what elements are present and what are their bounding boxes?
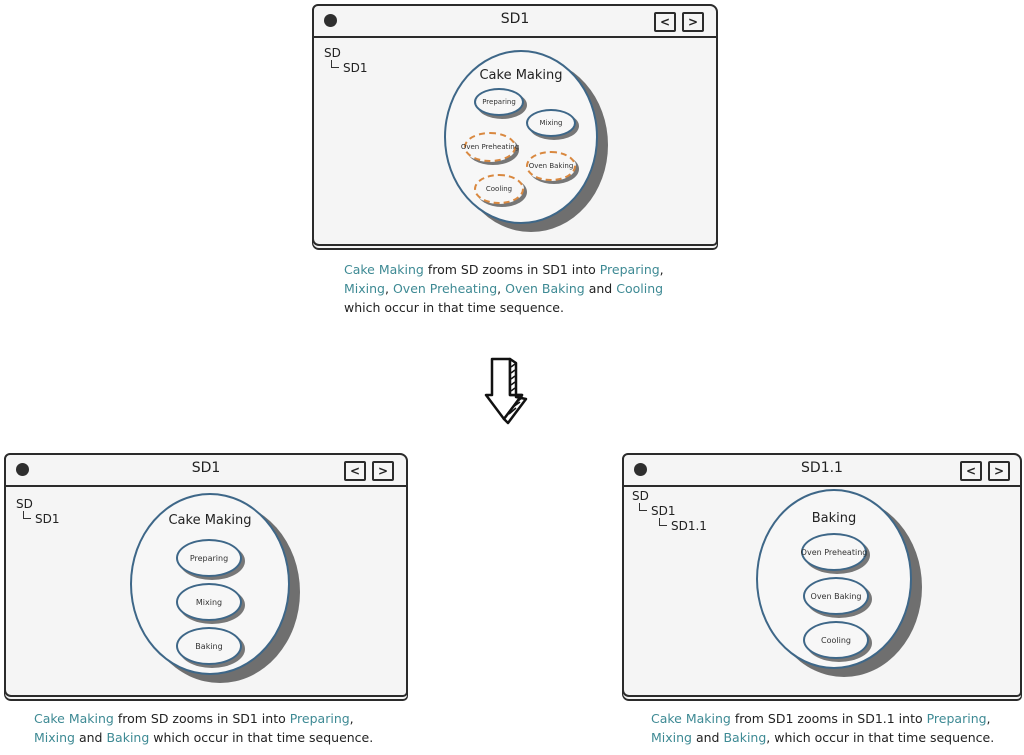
subprocess-oven-preheating[interactable]: Oven Preheating — [460, 132, 520, 162]
caption-text: , — [497, 281, 506, 296]
window-left: SD1 < > SD SD1 Cake Making Preparing Mix… — [4, 453, 408, 697]
subprocess-label: Cooling — [485, 185, 513, 193]
window-right: SD1.1 < > SD SD1 SD1.1 Baking Oven Prehe… — [622, 453, 1022, 697]
process-title: Cake Making — [168, 513, 252, 528]
caption-text: which occur in that time sequence. — [344, 300, 564, 315]
tree-item-label: SD1 — [343, 61, 368, 75]
subprocess-preparing[interactable]: Preparing — [474, 88, 524, 116]
subprocess-baking[interactable]: Baking — [176, 627, 242, 665]
subprocess-mixing[interactable]: Mixing — [526, 109, 576, 137]
tree-item-label: SD1 — [651, 504, 676, 518]
window-top: SD1 < > SD SD1 Cake Making Preparing Mix… — [312, 4, 718, 246]
process-cake-making[interactable]: Cake Making Preparing Mixing Baking — [130, 493, 290, 675]
caption-text: and — [584, 281, 617, 296]
tree-item-label: SD1.1 — [671, 519, 707, 533]
tree-item-sd1[interactable]: SD1 — [16, 511, 60, 526]
tree-item-sd1-1[interactable]: SD1.1 — [632, 518, 707, 533]
nav-forward-button[interactable]: > — [372, 461, 394, 481]
nav-back-button[interactable]: < — [654, 12, 676, 32]
subprocess-cooling[interactable]: Cooling — [803, 621, 869, 659]
caption-highlight: Mixing — [651, 730, 692, 745]
tree-item-sd1[interactable]: SD1 — [632, 503, 707, 518]
subprocess-mixing[interactable]: Mixing — [176, 583, 242, 621]
tree-branch-icon — [659, 518, 667, 526]
subprocess-label: Preparing — [482, 98, 516, 106]
tree-item-label: SD1 — [35, 512, 60, 526]
caption-highlight: Preparing — [926, 711, 987, 726]
caption-highlight: Cake Making — [344, 262, 424, 277]
subprocess-label: Baking — [195, 641, 223, 651]
down-arrow-icon — [484, 357, 528, 425]
subprocess-oven-baking[interactable]: Oven Baking — [803, 577, 869, 615]
caption-text: from SD zooms in SD1 into — [113, 711, 290, 726]
caption-text: from SD zooms in SD1 into — [423, 262, 600, 277]
caption-text: , — [385, 281, 393, 296]
subprocess-oven-preheating[interactable]: Oven Preheating — [801, 533, 867, 571]
caption-top: Cake Making from SD zooms in SD1 into Pr… — [344, 260, 664, 317]
tree-branch-icon — [23, 511, 31, 519]
subprocess-label: Preparing — [189, 553, 229, 563]
caption-text: and — [75, 730, 107, 745]
title-bar: SD1 < > — [314, 6, 716, 38]
caption-highlight: Baking — [106, 730, 150, 745]
tree-item-label: SD — [324, 46, 341, 60]
tree-branch-icon — [331, 60, 339, 68]
breadcrumb-tree: SD SD1 — [324, 46, 368, 75]
nav-back-button[interactable]: < — [960, 461, 982, 481]
subprocess-label: Mixing — [195, 597, 223, 607]
tree-branch-icon — [639, 503, 647, 511]
caption-highlight: Oven Baking — [505, 281, 585, 296]
subprocess-label: Cooling — [821, 635, 851, 645]
subprocess-label: Oven Baking — [810, 591, 862, 601]
caption-text: , — [659, 262, 664, 277]
caption-highlight: Cake Making — [34, 711, 114, 726]
subprocess-cooling[interactable]: Cooling — [474, 174, 524, 204]
caption-highlight: Mixing — [344, 281, 385, 296]
tree-item-sd[interactable]: SD — [16, 497, 60, 511]
tree-item-sd[interactable]: SD — [632, 489, 707, 503]
subprocess-oven-baking[interactable]: Oven Baking — [526, 151, 576, 181]
process-title: Baking — [811, 511, 857, 526]
caption-left: Cake Making from SD zooms in SD1 into Pr… — [34, 709, 373, 747]
caption-highlight: Oven Preheating — [392, 281, 498, 296]
breadcrumb-tree: SD SD1 — [16, 497, 60, 526]
caption-highlight: Cooling — [616, 281, 664, 296]
tree-item-label: SD — [16, 497, 33, 511]
caption-text: from SD1 zooms in SD1.1 into — [730, 711, 927, 726]
nav-forward-button[interactable]: > — [682, 12, 704, 32]
subprocess-label: Oven Preheating — [800, 547, 868, 557]
caption-highlight: Mixing — [34, 730, 75, 745]
caption-text: which occur in that time sequence. — [149, 730, 374, 745]
subprocess-label: Oven Baking — [528, 162, 574, 170]
nav-back-button[interactable]: < — [344, 461, 366, 481]
caption-text: , which occur in that time sequence. — [766, 730, 995, 745]
caption-right: Cake Making from SD1 zooms in SD1.1 into… — [651, 709, 994, 747]
tree-item-sd[interactable]: SD — [324, 46, 368, 60]
caption-highlight: Cake Making — [651, 711, 731, 726]
nav-forward-button[interactable]: > — [988, 461, 1010, 481]
process-title: Cake Making — [479, 68, 563, 83]
title-bar: SD1 < > — [6, 455, 406, 487]
subprocess-preparing[interactable]: Preparing — [176, 539, 242, 577]
breadcrumb-tree: SD SD1 SD1.1 — [632, 489, 707, 533]
subprocess-label: Oven Preheating — [460, 143, 520, 151]
caption-highlight: Preparing — [289, 711, 350, 726]
title-bar: SD1.1 < > — [624, 455, 1020, 487]
caption-highlight: Baking — [723, 730, 767, 745]
process-baking[interactable]: Baking Oven Preheating Oven Baking Cooli… — [756, 489, 912, 669]
tree-item-label: SD — [632, 489, 649, 503]
caption-text: , — [986, 711, 991, 726]
subprocess-label: Mixing — [539, 119, 563, 127]
caption-text: and — [692, 730, 724, 745]
caption-text: , — [349, 711, 354, 726]
process-cake-making[interactable]: Cake Making Preparing Mixing Oven Prehea… — [444, 50, 598, 224]
caption-highlight: Preparing — [599, 262, 660, 277]
tree-item-sd1[interactable]: SD1 — [324, 60, 368, 75]
